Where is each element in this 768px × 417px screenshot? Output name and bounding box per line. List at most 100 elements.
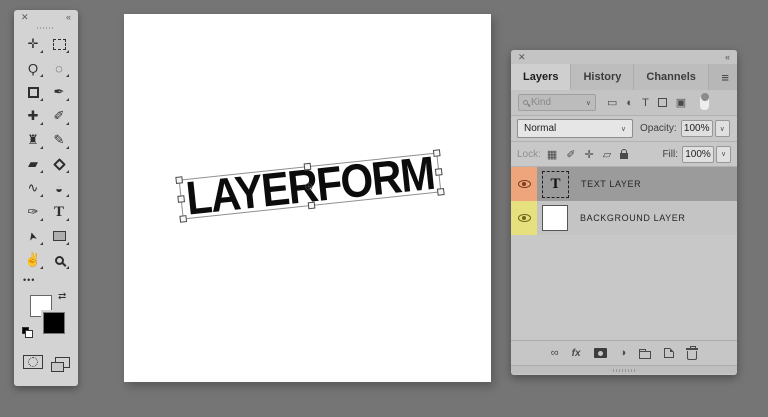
transform-handle-bottom-right[interactable] [436, 188, 445, 196]
canvas[interactable]: LAYERFORM ⊕ [124, 14, 491, 382]
tab-channels[interactable]: Channels [634, 64, 709, 90]
close-icon[interactable]: ✕ [21, 12, 29, 23]
filter-icons: ▭ ◐ T ▣ [607, 93, 710, 110]
move-tool[interactable]: ✛ [20, 32, 46, 56]
opacity-value-field[interactable]: 100% [680, 120, 713, 137]
smudge-tool[interactable]: ∿ [20, 176, 46, 200]
color-swatches: ⇄ [14, 291, 78, 345]
path-selection-tool[interactable]: ➤ [20, 224, 46, 248]
eyedropper-tool[interactable]: ✒ [46, 80, 72, 104]
delete-layer-icon[interactable] [686, 346, 699, 360]
paint-bucket-tool[interactable] [46, 152, 72, 176]
dodge-tool[interactable]: ◒ [46, 176, 72, 200]
lock-artboard-icon[interactable]: ▱ [603, 148, 611, 161]
new-group-icon[interactable] [639, 348, 652, 359]
dodge-icon: ◒ [55, 180, 63, 196]
history-brush-icon: ✎ [53, 132, 65, 147]
collapse-panel-icon[interactable]: « [66, 12, 71, 22]
filter-toggle-switch[interactable] [700, 93, 710, 110]
panel-drag-gripper[interactable] [37, 27, 55, 29]
clone-stamp-icon: ♜ [27, 132, 39, 147]
collapse-panel-icon[interactable]: « [725, 52, 730, 62]
layer-thumbnail[interactable] [542, 205, 568, 231]
adjustment-layer-icon[interactable]: ◑ [620, 347, 627, 359]
filter-kind-select[interactable]: Kind ∨ [518, 94, 596, 111]
fill-dropdown-button[interactable]: ∨ [716, 145, 731, 163]
filter-type-layers-icon[interactable]: T [642, 97, 649, 109]
eraser-tool[interactable]: ▰ [20, 152, 46, 176]
clone-stamp-tool[interactable]: ♜ [20, 128, 46, 152]
transform-handle-bottom-center[interactable] [307, 201, 316, 210]
transform-handle-top-left[interactable] [175, 176, 184, 184]
brush-tool[interactable]: ✐ [46, 104, 72, 128]
layer-name[interactable]: BACKGROUND LAYER [580, 213, 685, 223]
link-layers-icon[interactable]: ∞ [551, 347, 559, 359]
tab-layers[interactable]: Layers [511, 64, 572, 90]
layer-row-text-layer[interactable]: T TEXT LAYER [511, 167, 737, 201]
panel-tabs: Layers History Channels ≡ [511, 64, 737, 90]
layer-filter-row: Kind ∨ ▭ ◐ T ▣ [511, 90, 737, 116]
transform-handle-top-center[interactable] [303, 162, 312, 171]
panel-resize-gripper[interactable] [511, 365, 737, 374]
quick-selection-icon: ◌ [55, 60, 63, 76]
history-brush-tool[interactable]: ✎ [46, 128, 72, 152]
rectangular-marquee-tool[interactable] [46, 32, 72, 56]
tab-history[interactable]: History [571, 64, 635, 90]
chevron-down-icon: ∨ [585, 99, 591, 107]
layer-row-background-layer[interactable]: BACKGROUND LAYER [511, 201, 737, 235]
tab-label: Channels [646, 71, 696, 83]
quick-selection-tool[interactable]: ◌ [46, 56, 72, 80]
zoom-icon [54, 255, 64, 265]
blend-mode-select[interactable]: Normal ∨ [517, 119, 633, 138]
marquee-icon [52, 38, 66, 50]
transform-handle-mid-right[interactable] [434, 168, 443, 176]
shape-tool[interactable] [46, 224, 72, 248]
lasso-tool[interactable]: Ϙ [20, 56, 46, 80]
filter-adjustment-layers-icon[interactable]: ◐ [626, 97, 633, 109]
visibility-toggle[interactable] [511, 201, 537, 235]
opacity-dropdown-button[interactable]: ∨ [714, 120, 730, 137]
layer-name[interactable]: TEXT LAYER [581, 179, 641, 189]
filter-shape-layers-icon[interactable] [657, 98, 667, 107]
visibility-toggle[interactable] [511, 167, 537, 201]
quick-mask-button[interactable] [22, 355, 43, 369]
filter-smart-objects-icon[interactable]: ▣ [676, 96, 686, 109]
transform-handle-mid-left[interactable] [177, 195, 186, 203]
close-icon[interactable]: ✕ [518, 52, 526, 63]
lock-row: Lock: ▦ ✐ ✛ ▱ Fill: 100% ∨ [511, 142, 737, 167]
pen-icon: ✑ [27, 204, 39, 219]
layers-panel: ✕ « Layers History Channels ≡ Kind ∨ ▭ ◐… [511, 50, 737, 375]
panel-menu-icon[interactable]: ≡ [721, 70, 729, 85]
pen-tool[interactable]: ✑ [20, 200, 46, 224]
swap-colors-icon[interactable]: ⇄ [58, 291, 66, 302]
lock-position-icon[interactable]: ✛ [585, 148, 594, 161]
lock-label: Lock: [517, 148, 541, 160]
crop-tool[interactable] [20, 80, 46, 104]
chevron-down-icon: ∨ [720, 151, 727, 158]
more-tools-button[interactable]: ••• [23, 275, 78, 285]
transform-bounding-box[interactable]: LAYERFORM ⊕ [175, 146, 445, 225]
layer-mask-icon[interactable] [593, 348, 607, 358]
screen-mode-button[interactable] [50, 357, 70, 372]
fill-value-field[interactable]: 100% [682, 145, 714, 163]
fill-label: Fill: [662, 148, 678, 160]
filter-pixel-layers-icon[interactable]: ▭ [607, 96, 617, 109]
healing-brush-tool[interactable]: ✚ [20, 104, 46, 128]
layer-effects-icon[interactable]: fx [572, 348, 581, 359]
background-color-swatch[interactable] [43, 312, 65, 334]
default-colors-icon[interactable] [22, 327, 33, 338]
fill-controls: Fill: 100% ∨ [655, 145, 731, 163]
lock-all-icon[interactable] [620, 148, 629, 159]
transform-handle-bottom-left[interactable] [179, 215, 188, 223]
lock-paint-icon[interactable]: ✐ [566, 148, 575, 161]
blend-mode-row: Normal ∨ Opacity: 100% ∨ [511, 116, 737, 142]
new-layer-icon[interactable] [664, 348, 675, 358]
paint-bucket-icon [52, 157, 66, 171]
tab-label: History [583, 71, 622, 83]
lock-transparency-icon[interactable]: ▦ [547, 148, 557, 161]
transform-handle-top-right[interactable] [432, 149, 441, 157]
type-tool[interactable]: T [46, 200, 72, 224]
hand-tool[interactable]: ✌ [20, 248, 46, 272]
layer-thumbnail[interactable]: T [542, 170, 569, 198]
zoom-tool[interactable] [46, 248, 72, 272]
